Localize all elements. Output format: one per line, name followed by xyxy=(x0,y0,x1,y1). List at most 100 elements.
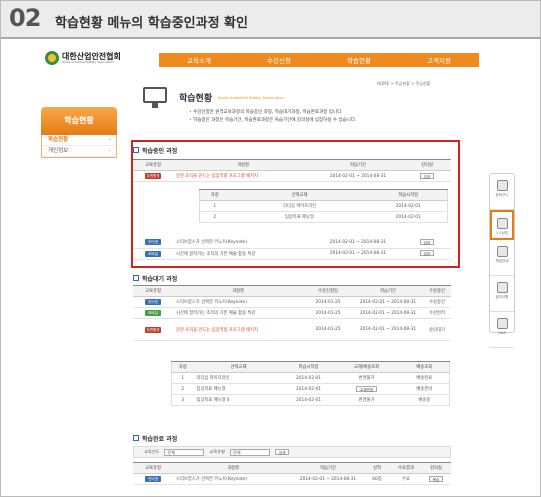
quick-menu: 장바구니 1:1상담학습안내공지사항 Q&A xyxy=(489,173,515,348)
search-bar: 교육년도 전체 교육유형 전체 검색 xyxy=(133,446,451,458)
table-cell: 2014-01-25 xyxy=(303,296,353,308)
table-cell: 승인대기 xyxy=(423,318,451,341)
course-type-label: 인터넷 xyxy=(145,299,161,305)
column-header: 수강신청일 xyxy=(303,285,353,297)
nav-item[interactable]: 교육소개 xyxy=(187,55,211,65)
column-header: 수강승인 xyxy=(423,285,451,297)
logo[interactable]: 대한산업안전협회 Korea Industrial Safety Associa… xyxy=(45,51,145,65)
sub-cell[interactable]: 변경불가 xyxy=(359,376,375,381)
table-cell: 2014-02-01 xyxy=(283,383,334,395)
sub-cell[interactable]: 교재변경 xyxy=(356,385,377,392)
sub-row: 2 팀장목표 매뉴얼 2014-02-01 교재변경 배송준비 xyxy=(171,383,450,395)
column-header: 학습시작일 xyxy=(283,361,334,373)
quick-menu-icon xyxy=(496,246,508,257)
period: 2014-02-01 ~ 2014-08-31 xyxy=(359,299,417,305)
quick-menu-item[interactable]: 장바구니 xyxy=(490,180,514,210)
quick-menu-label: Q&A xyxy=(498,331,506,335)
table-cell: 2014-01-25 xyxy=(303,318,353,341)
table-cell: 변경불가 xyxy=(333,394,400,406)
sub-cell[interactable]: 배송완료 xyxy=(416,376,432,381)
sub-cell[interactable]: 배송준비 xyxy=(416,387,432,392)
sub-cell: 팀장목표 매뉴얼 II xyxy=(196,398,230,403)
search-button[interactable]: 검색 xyxy=(274,449,290,455)
course-name[interactable]: 스티브잡스가 선택한 키노트(Keynote) xyxy=(176,300,247,305)
main-navigation: 교육소개 수강신청 학습현황 고객지원 xyxy=(159,53,479,67)
page-title: 학습현황 xyxy=(179,94,213,104)
table-cell: 스티브잡스가 선택한 키노트(Keynote) xyxy=(173,296,303,308)
table-cell: 우편원격 xyxy=(133,318,173,341)
table-cell: 2014-02-01 ~ 2014-08-31 xyxy=(293,473,363,485)
table-cell: 스티브잡스가 선택한 키노트(Keynote) xyxy=(173,473,293,485)
section-title-completed: 학습완료 과정 xyxy=(133,434,177,443)
search-type-label: 교육유형 xyxy=(209,449,225,454)
left-menu-item[interactable]: 개인정보 › xyxy=(42,146,116,157)
column-header: 배송조회 xyxy=(399,361,450,373)
review-button[interactable]: 복습 xyxy=(428,475,444,482)
table-cell: 2 xyxy=(171,383,194,395)
column-header: 교재/배송조회 xyxy=(333,361,400,373)
period: 2014-02-01 ~ 2014-08-31 xyxy=(359,310,417,316)
quick-menu-item[interactable]: 공지사항 xyxy=(490,282,514,312)
left-menu-title: 학습현황 xyxy=(41,107,117,135)
website: 대한산업안전협회 Korea Industrial Safety Associa… xyxy=(31,43,515,493)
column-header: 수료결과 xyxy=(391,462,421,474)
column-header: 학습기간 xyxy=(353,285,423,297)
table-cell: 수료 xyxy=(391,473,421,485)
quick-menu-icon xyxy=(496,282,508,293)
nav-item[interactable]: 고객지원 xyxy=(427,55,451,65)
table-cell: 인터넷 xyxy=(133,473,173,485)
logo-subtitle: Korea Industrial Safety Association xyxy=(62,60,115,64)
step-number: 02 xyxy=(9,4,41,32)
nav-item[interactable]: 학습현황 xyxy=(347,55,371,65)
sub-cell: 2014-02-01 xyxy=(296,397,321,403)
table-cell: 인터넷 xyxy=(133,296,173,308)
monitor-icon xyxy=(141,87,171,111)
apply-date: 2014-01-25 xyxy=(315,310,341,316)
nav-item[interactable]: 수강신청 xyxy=(267,55,291,65)
sub-cell[interactable]: 변경불가 xyxy=(359,398,375,403)
table-cell: 2014-02-01 ~ 2014-08-31 xyxy=(353,296,423,308)
sub-cell: 1 xyxy=(181,375,185,381)
apply-date: 2014-01-25 xyxy=(315,299,341,305)
course-type-label: 우편원격 xyxy=(145,326,161,333)
course-name[interactable]: 스티브잡스가 선택한 키노트(Keynote) xyxy=(176,477,247,482)
step-header: 02 학습현황 메뉴의 학습중인과정 확인 xyxy=(1,1,540,39)
table-cell: 변경불가 xyxy=(333,372,400,384)
quick-menu-item[interactable]: 1:1상담 xyxy=(490,210,514,240)
table-cell: 시간에 끌려가는 조직의 기본 예술 활용 특강 xyxy=(173,307,303,319)
year-select[interactable]: 전체 xyxy=(164,448,205,456)
sub-cell: 2014-02-01 xyxy=(296,386,321,392)
step-title: 학습현황 메뉴의 학습중인과정 확인 xyxy=(55,16,248,31)
left-menu-label: 학습현황 xyxy=(48,137,69,143)
breadcrumb: HOME > 학습현황 > 학습현황 xyxy=(377,81,431,86)
logo-mark-icon xyxy=(45,51,59,65)
table-cell: 1 xyxy=(171,372,194,384)
page-description: 수강신청한 원격교육과정의 학습중인 과정, 학습대기과정, 학습완료과정 입니… xyxy=(189,109,469,124)
type-select[interactable]: 전체 xyxy=(229,448,270,456)
quick-menu-icon xyxy=(496,218,508,229)
course-type-label: 모바일 xyxy=(145,310,161,316)
waiting-table: 교육유형 과정명 수강신청일 학습기간 수강승인 인터넷 스티브잡스가 선택한 키노트(Ke… xyxy=(133,285,451,341)
table-cell: 팀장목표 매뉴얼 xyxy=(193,383,284,395)
quick-menu-item[interactable]: 학습안내 xyxy=(490,246,514,276)
highlight-box xyxy=(131,140,460,268)
apply-date: 2014-01-25 xyxy=(315,327,341,332)
course-name[interactable]: 강한 조직을 만드는 팀장역량 프로그램 패키지 xyxy=(176,328,258,333)
quick-menu-label: 학습안내 xyxy=(495,259,509,263)
left-menu-item[interactable]: 학습현황 › xyxy=(42,135,116,146)
table-cell: 2014-02-01 ~ 2014-08-31 xyxy=(353,307,423,319)
course-name[interactable]: 시간에 끌려가는 조직의 기본 예술 활용 특강 xyxy=(176,311,255,316)
section-title-waiting: 학습대기 과정 xyxy=(133,274,177,283)
sub-cell: 팀장목표 매뉴얼 xyxy=(196,387,226,392)
chevron-right-icon: › xyxy=(108,137,111,143)
table-cell: 교재변경 xyxy=(333,383,400,395)
quick-menu-item[interactable]: Q&A xyxy=(490,318,514,348)
sub-cell: 2014-02-01 xyxy=(296,375,321,381)
column-header: 학습기간 xyxy=(293,462,363,474)
table-row: 우편원격 강한 조직을 만드는 팀장역량 프로그램 패키지 2014-01-25 20… xyxy=(133,318,451,341)
sub-cell[interactable]: 배송중 xyxy=(418,398,430,403)
description-line: 수강신청한 원격교육과정의 학습중인 과정, 학습대기과정, 학습완료과정 입니… xyxy=(189,109,469,117)
score: 60점 xyxy=(372,477,382,482)
table-cell: 2014-02-01 xyxy=(283,372,334,384)
quick-menu-label: 1:1상담 xyxy=(495,231,509,235)
